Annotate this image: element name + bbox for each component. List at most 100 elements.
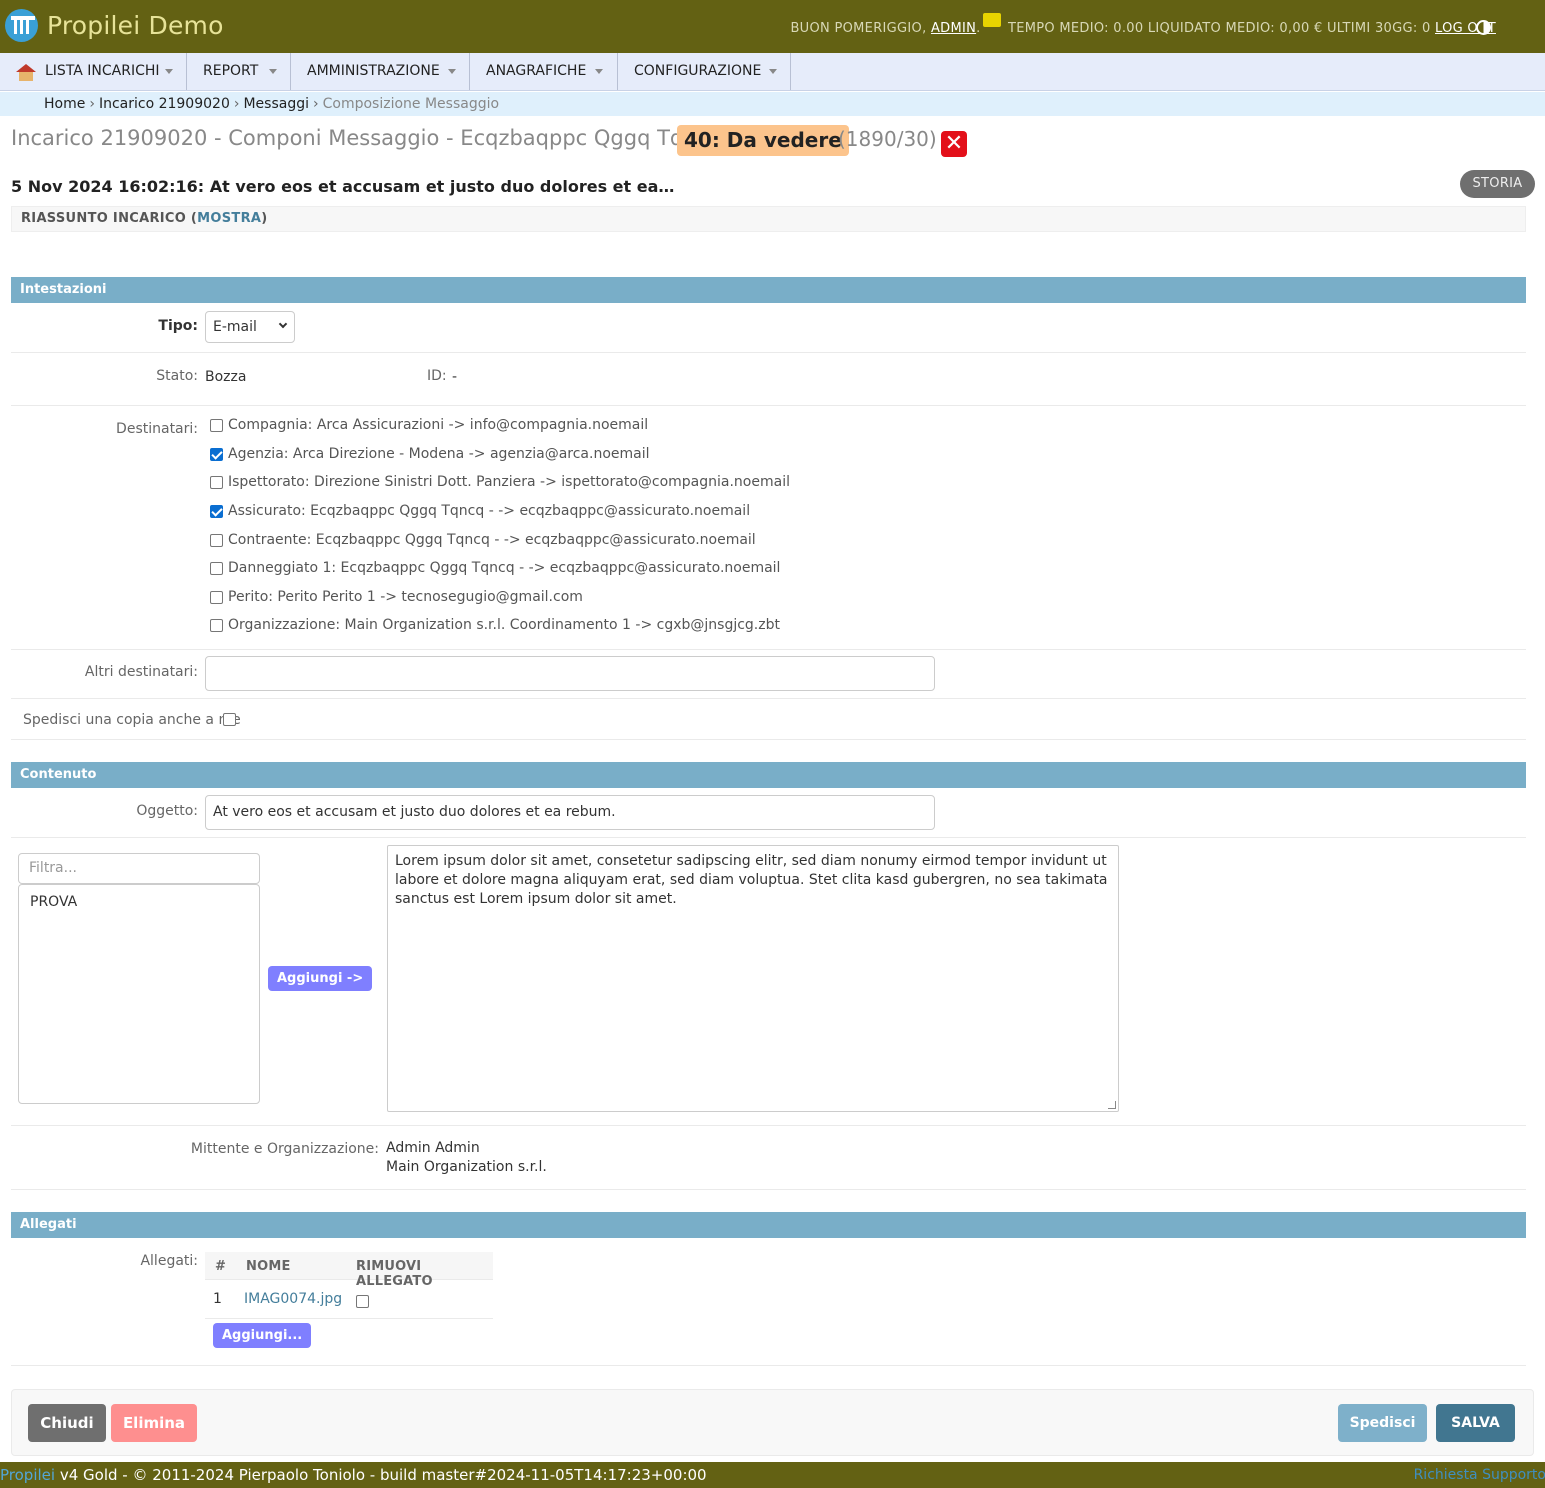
breadcrumb: Home › Incarico 21909020 › Messaggi › Composiz… (0, 92, 1545, 116)
tipo-value: E-mail (213, 319, 257, 335)
close-icon[interactable]: ✕ (941, 131, 967, 157)
destinatario-label: Assicurato: Ecqzbaqppc Qggq Tqncq - -> e… (228, 503, 751, 519)
footer-text: v4 Gold - © 2011-2024 Pierpaolo Toniolo … (55, 1466, 707, 1484)
template-list[interactable]: PROVA (18, 884, 260, 1104)
summary-suffix: ) (261, 211, 268, 226)
destinatario-label: Ispettorato: Direzione Sinistri Dott. Pa… (228, 474, 790, 490)
home-icon (16, 64, 36, 81)
chiudi-button[interactable]: Chiudi (28, 1404, 106, 1442)
destinatario-checkbox[interactable] (210, 448, 223, 461)
id-value: - (452, 369, 458, 385)
oggetto-label: Oggetto: (136, 803, 198, 819)
nav-configurazione[interactable]: CONFIGURAZIONE (618, 53, 791, 90)
breadcrumb-home[interactable]: Home (44, 96, 85, 112)
nav-report[interactable]: REPORT (187, 53, 291, 90)
nav-lista-incarichi[interactable]: LISTA INCARICHI (0, 53, 187, 90)
page-title: Incarico 21909020 - Componi Messaggio - … (11, 126, 722, 150)
mittente-name: Admin Admin (386, 1140, 480, 1156)
destinatario-label: Contraente: Ecqzbaqppc Qggq Tqncq - -> e… (228, 532, 756, 548)
user-stats: TEMPO MEDIO: 0.00 LIQUIDATO MEDIO: 0,00 … (1003, 21, 1435, 36)
tipo-select[interactable]: E-mail (205, 311, 295, 343)
spedisci-button[interactable]: Spedisci (1338, 1404, 1427, 1442)
app-title[interactable]: Propilei Demo (47, 11, 224, 40)
divider (11, 405, 1526, 406)
summary-prefix: RIASSUNTO INCARICO ( (21, 211, 198, 226)
altri-destinatari-input[interactable] (205, 656, 935, 691)
add-allegato-button[interactable]: Aggiungi... (213, 1323, 312, 1348)
contrast-toggle-icon[interactable] (1476, 20, 1491, 35)
chevron-down-icon (448, 69, 456, 74)
divider (205, 1318, 493, 1319)
logo-icon[interactable] (5, 9, 38, 42)
rimuovi-allegato-checkbox[interactable] (356, 1295, 369, 1308)
divider (11, 837, 1526, 838)
allegato-number: 1 (213, 1291, 222, 1307)
copia-checkbox[interactable] (223, 713, 236, 726)
breadcrumb-messaggi[interactable]: Messaggi (243, 96, 309, 112)
footer-brand-link[interactable]: Propilei (0, 1466, 55, 1484)
resize-handle-icon[interactable] (1108, 1101, 1116, 1109)
chevron-down-icon (595, 69, 603, 74)
section-allegati: Allegati (11, 1212, 1526, 1238)
envelope-icon[interactable] (982, 13, 1001, 27)
filter-input[interactable]: Filtra... (18, 853, 260, 884)
message-body-text: Lorem ipsum dolor sit amet, consetetur s… (395, 853, 1108, 907)
footer: Propilei v4 Gold - © 2011-2024 Pierpaolo… (0, 1462, 1545, 1488)
destinatario-checkbox[interactable] (210, 591, 223, 604)
nav-label: REPORT (203, 63, 259, 79)
destinatari-label: Destinatari: (116, 421, 198, 437)
mittente-org: Main Organization s.r.l. (386, 1159, 547, 1175)
greeting-dot: . (976, 21, 981, 36)
top-header: Propilei Demo BUON POMERIGGIO, ADMIN. TE… (0, 0, 1545, 53)
support-link[interactable]: Richiesta Supporto (1414, 1462, 1545, 1488)
allegati-label: Allegati: (140, 1253, 198, 1269)
allegato-name-link[interactable]: IMAG0074.jpg (244, 1291, 342, 1307)
chevron-down-icon (278, 319, 288, 329)
nav-label: ANAGRAFICHE (486, 63, 587, 79)
template-option[interactable]: PROVA (30, 894, 77, 910)
divider (11, 1365, 1526, 1366)
destinatario-checkbox[interactable] (210, 476, 223, 489)
destinatario-checkbox[interactable] (210, 419, 223, 432)
section-intestazioni: Intestazioni (11, 277, 1526, 303)
summary-show-link[interactable]: MOSTRA (197, 211, 261, 226)
stato-value: Bozza (205, 369, 247, 385)
divider (11, 698, 1526, 699)
summary-bar: RIASSUNTO INCARICO (MOSTRA) (11, 206, 1526, 232)
divider (11, 649, 1526, 650)
section-contenuto: Contenuto (11, 762, 1526, 788)
user-info: BUON POMERIGGIO, ADMIN. TEMPO MEDIO: 0.0… (790, 13, 1496, 36)
message-date-subject: 5 Nov 2024 16:02:16: At vero eos et accu… (11, 177, 675, 196)
copia-label: Spedisci una copia anche a me (23, 712, 241, 728)
destinatario-checkbox[interactable] (210, 534, 223, 547)
nav-amministrazione[interactable]: AMMINISTRAZIONE (291, 53, 470, 90)
nav-label: CONFIGURAZIONE (634, 63, 762, 79)
storia-button[interactable]: STORIA (1460, 170, 1535, 198)
salva-button[interactable]: SALVA (1436, 1404, 1515, 1442)
oggetto-input[interactable]: At vero eos et accusam et justo duo dolo… (205, 795, 935, 830)
username-link[interactable]: ADMIN (931, 21, 976, 36)
message-body-textarea[interactable]: Lorem ipsum dolor sit amet, consetetur s… (387, 845, 1119, 1112)
counter: (1890/30) (838, 127, 937, 151)
col-rimuovi: RIMUOVI ALLEGATO (356, 1259, 433, 1289)
divider (11, 352, 1526, 353)
divider (11, 1125, 1526, 1126)
divider (11, 739, 1526, 740)
elimina-button[interactable]: Elimina (111, 1404, 197, 1442)
nav-anagrafiche[interactable]: ANAGRAFICHE (470, 53, 618, 90)
chevron-down-icon (165, 69, 173, 74)
destinatario-checkbox[interactable] (210, 619, 223, 632)
add-template-button[interactable]: Aggiungi -> (268, 966, 373, 991)
destinatario-label: Agenzia: Arca Direzione - Modena -> agen… (228, 446, 650, 462)
allegati-table-header: # NOME RIMUOVI ALLEGATO (205, 1252, 493, 1289)
destinatario-checkbox[interactable] (210, 505, 223, 518)
nav-label: AMMINISTRAZIONE (307, 63, 440, 79)
destinatario-label: Danneggiato 1: Ecqzbaqppc Qggq Tqncq - -… (228, 560, 781, 576)
nav-label: LISTA INCARICHI (45, 63, 160, 79)
status-badge: 40: Da vedere (677, 125, 849, 156)
breadcrumb-incarico[interactable]: Incarico 21909020 (99, 96, 230, 112)
altri-destinatari-label: Altri destinatari: (84, 664, 198, 680)
tipo-label: Tipo: (158, 318, 198, 334)
destinatario-checkbox[interactable] (210, 562, 223, 575)
destinatario-label: Perito: Perito Perito 1 -> tecnosegugio@… (228, 589, 583, 605)
